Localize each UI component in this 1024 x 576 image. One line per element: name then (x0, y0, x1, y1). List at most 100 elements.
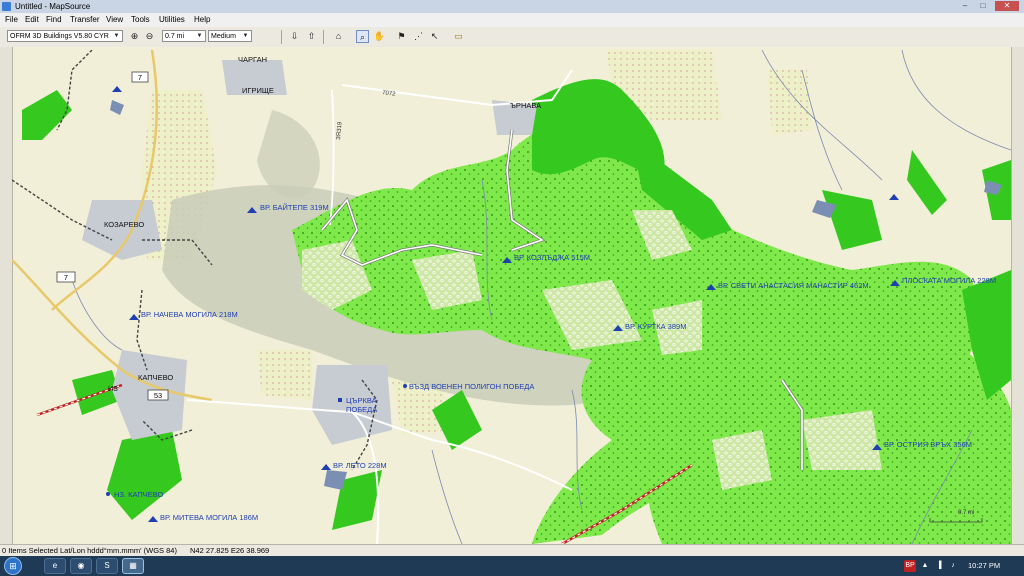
title-bar: Untitled - MapSource – □ ✕ (0, 0, 1024, 14)
menu-help[interactable]: Help (194, 15, 210, 25)
menu-tools[interactable]: Tools (131, 15, 150, 25)
toolbar-separator (323, 30, 324, 44)
road-label-7072: 7072 (382, 90, 397, 98)
hand-tool-icon[interactable]: ✋ (373, 30, 386, 43)
menu-view[interactable]: View (106, 15, 123, 25)
window-title: Untitled - MapSource (15, 2, 91, 11)
receive-from-device-icon[interactable]: ⇩ (288, 30, 301, 43)
maximize-button[interactable]: □ (976, 1, 990, 11)
peak-label: ВР. МИТЕВА МОГИЛА 186М (160, 513, 258, 522)
selection-status: 0 Items Selected (2, 546, 58, 555)
road-shield-53: 53 (147, 389, 169, 401)
track-pointer-icon[interactable]: ↖ (428, 30, 441, 43)
map-canvas[interactable]: 7 7 53 7072 ЗЯЗ19 ЧАРГАН ИГРИЩЕ ЪРНАВА К… (12, 50, 1011, 544)
settlement-area (82, 200, 162, 260)
menu-bar: File Edit Find Transfer View Tools Utili… (0, 13, 1024, 28)
chevron-down-icon: ▼ (196, 33, 203, 39)
settlement-label: ЧАРГАН (238, 55, 267, 64)
menu-find[interactable]: Find (46, 15, 62, 25)
dense-forest-area (822, 190, 882, 250)
tray-show-hidden-icon[interactable]: ▲ (920, 560, 930, 572)
taskbar-clock[interactable]: 10:27 PM (968, 560, 1000, 572)
tray-volume-icon[interactable]: ♪ (948, 560, 958, 572)
cursor-coordinates: N42 27.825 E26 38.969 (190, 546, 270, 555)
map-product-select[interactable]: OFRM 3D Buildings V5.80 CYR ▼ (7, 30, 123, 42)
toolbar-separator (281, 30, 282, 44)
toolbar: OFRM 3D Buildings V5.80 CYR ▼ ⊕ ⊖ 0.7 mi… (0, 27, 1024, 48)
peak-label: ВР. СВЕТИ АНАСТАСИЯ МАНАСТИР 462М (718, 281, 869, 290)
poi-label: НЗ. КАПЧЕВО (114, 490, 164, 499)
settlement-label: ИГРИЩЕ (242, 86, 274, 95)
taskbar-mapsource-icon[interactable]: ▦ (122, 558, 144, 574)
poi-dot (403, 384, 407, 388)
settlement-label: ЪРНАВА (510, 101, 541, 110)
peak-icon (321, 464, 331, 470)
zoom-out-icon[interactable]: ⊖ (143, 30, 156, 43)
taskbar-ie-icon[interactable]: e (44, 558, 66, 574)
peak-icon (112, 86, 122, 92)
zoom-scale-select[interactable]: 0.7 mi ▼ (162, 30, 206, 42)
shrub-area (712, 430, 772, 490)
dense-forest-area (107, 430, 182, 520)
peak-icon (148, 516, 158, 522)
menu-transfer[interactable]: Transfer (70, 15, 100, 25)
mapsource-app-icon (2, 2, 11, 11)
poi-dot (106, 492, 110, 496)
scale-label: 0.7 mi (958, 510, 974, 516)
map-product-value: OFRM 3D Buildings V5.80 CYR (10, 33, 109, 40)
peak-label: ВР. ЛЕТО 228М (333, 461, 387, 470)
close-button[interactable]: ✕ (995, 1, 1019, 11)
road-shield-7-west: 7 (56, 271, 76, 283)
water-body (110, 100, 124, 115)
peak-icon (129, 314, 139, 320)
start-button[interactable]: ⊞ (4, 557, 22, 575)
windows-taskbar: ⊞ e ◉ S ▦ BP ▲ ▐ ♪ 10:27 PM (0, 556, 1024, 576)
road-number: 7 (138, 73, 142, 82)
map-pane[interactable]: 7 7 53 7072 ЗЯЗ19 ЧАРГАН ИГРИЩЕ ЪРНАВА К… (0, 47, 1024, 544)
chevron-down-icon: ▼ (242, 33, 249, 39)
zoom-scale-value: 0.7 mi (165, 33, 185, 40)
peak-label: ВР. КОЗЛЪДЖА 515М (514, 253, 590, 262)
peak-label: ВР. КУРТКА 389М (625, 322, 686, 331)
orchard-area (767, 70, 812, 135)
zoom-tool-icon[interactable]: ⌕ (356, 30, 369, 43)
orchard-area (257, 350, 312, 400)
zoom-in-icon[interactable]: ⊕ (128, 30, 141, 43)
settlement-label: КАПЧЕВО (138, 373, 173, 382)
tray-language-icon[interactable]: BP (904, 560, 916, 572)
taskbar-chrome-icon[interactable]: ◉ (70, 558, 92, 574)
settlement-label: КОЗАРЕВО (104, 220, 144, 229)
shrub-area (802, 410, 882, 470)
dense-forest-area (907, 150, 947, 215)
send-to-device-icon[interactable]: ⇧ (305, 30, 318, 43)
peak-label: ПЛОСКАТА МОГИЛА 228М (902, 276, 996, 285)
menu-edit[interactable]: Edit (25, 15, 39, 25)
minimize-button[interactable]: – (958, 1, 972, 11)
menu-file[interactable]: File (5, 15, 18, 25)
road-number: 7 (64, 273, 68, 282)
taskbar-skype-icon[interactable]: S (96, 558, 118, 574)
chevron-down-icon: ▼ (113, 33, 120, 39)
dense-forest-area (22, 90, 72, 140)
peak-label: ВР. НАЧЕВА МОГИЛА 218М (141, 310, 238, 319)
hillshade-area (257, 110, 320, 199)
road-number: 53 (154, 391, 162, 400)
tray-network-icon[interactable]: ▐ (934, 560, 944, 572)
poi-label: ПОБЕДА (346, 405, 377, 414)
church-icon (338, 398, 342, 402)
detail-level-select[interactable]: Medium ▼ (208, 30, 252, 42)
peak-label: ВР. БАЙТЕПЕ 319М (260, 203, 329, 212)
right-ruler (1011, 47, 1024, 544)
waypoint-tool-icon[interactable]: ⚑ (395, 30, 408, 43)
road-label-zyaz19: ЗЯЗ19 (336, 121, 344, 140)
road-shield-7-north: 7 (131, 71, 149, 83)
poi-label: ЦЪРКВА (346, 396, 377, 405)
measure-tool-icon[interactable]: ▭ (452, 30, 465, 43)
menu-utilities[interactable]: Utilities (159, 15, 185, 25)
settlement-label: ИЗ (108, 384, 118, 393)
detail-level-value: Medium (211, 33, 236, 40)
peak-label: ВР. ОСТРИЯ ВРЪХ 356М (884, 440, 972, 449)
route-tool-icon[interactable]: ⋰ (412, 30, 425, 43)
coordinate-format: Lat/Lon hddd°mm.mmm' (WGS 84) (60, 546, 177, 555)
select-tool-icon[interactable]: ⌂ (332, 30, 345, 43)
